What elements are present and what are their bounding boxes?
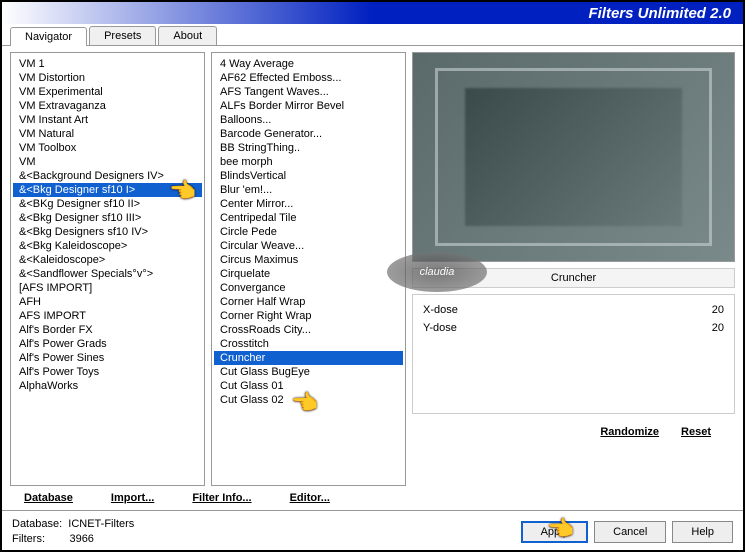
param-row[interactable]: Y-dose 20 xyxy=(423,319,724,337)
tab-about[interactable]: About xyxy=(158,26,217,45)
right-link-row: Randomize Reset xyxy=(412,420,735,444)
randomize-button[interactable]: Randomize xyxy=(596,424,663,440)
editor-button[interactable]: Editor... xyxy=(286,490,334,506)
list-item[interactable]: Alf's Power Toys xyxy=(13,365,202,379)
list-item[interactable]: AlphaWorks xyxy=(13,379,202,393)
list-item[interactable]: ALFs Border Mirror Bevel xyxy=(214,99,403,113)
list-item[interactable]: VM 1 xyxy=(13,57,202,71)
import-button[interactable]: Import... xyxy=(107,490,158,506)
filter-info-button[interactable]: Filter Info... xyxy=(188,490,255,506)
list-item[interactable]: Circus Maximus xyxy=(214,253,403,267)
filters-value: 3966 xyxy=(69,533,93,545)
footer-buttons: Apply Cancel Help xyxy=(521,521,733,543)
list-item[interactable]: bee morph xyxy=(214,155,403,169)
list-item[interactable]: VM xyxy=(13,155,202,169)
database-button[interactable]: Database xyxy=(20,490,77,506)
list-item[interactable]: &<Background Designers IV> xyxy=(13,169,202,183)
filter-list[interactable]: 4 Way AverageAF62 Effected Emboss...AFS … xyxy=(211,52,406,486)
list-item[interactable]: 4 Way Average xyxy=(214,57,403,71)
list-item[interactable]: Alf's Border FX xyxy=(13,323,202,337)
app-title: Filters Unlimited 2.0 xyxy=(588,5,731,22)
preview-image xyxy=(465,88,681,226)
list-item[interactable]: Cut Glass 02 xyxy=(214,393,403,407)
list-item[interactable]: AF62 Effected Emboss... xyxy=(214,71,403,85)
list-item[interactable]: Alf's Power Sines xyxy=(13,351,202,365)
param-label: X-dose xyxy=(423,304,458,316)
list-item[interactable]: Corner Right Wrap xyxy=(214,309,403,323)
list-item[interactable]: &<Bkg Designers sf10 IV> xyxy=(13,225,202,239)
list-item[interactable]: VM Toolbox xyxy=(13,141,202,155)
category-list[interactable]: VM 1VM DistortionVM ExperimentalVM Extra… xyxy=(10,52,205,486)
list-item[interactable]: VM Distortion xyxy=(13,71,202,85)
param-value: 20 xyxy=(712,304,724,316)
list-item[interactable]: &<BKg Designer sf10 II> xyxy=(13,197,202,211)
list-item[interactable]: [AFS IMPORT] xyxy=(13,281,202,295)
list-item[interactable]: Centripedal Tile xyxy=(214,211,403,225)
list-item[interactable]: AFS Tangent Waves... xyxy=(214,85,403,99)
cancel-button[interactable]: Cancel xyxy=(594,521,666,543)
list-item[interactable]: AFS IMPORT xyxy=(13,309,202,323)
filters-label: Filters: xyxy=(12,533,45,545)
preview-frame xyxy=(435,68,711,247)
list-item[interactable]: VM Natural xyxy=(13,127,202,141)
list-item[interactable]: Convergance xyxy=(214,281,403,295)
list-item[interactable]: &<Sandflower Specials°v°> xyxy=(13,267,202,281)
tab-row: Navigator Presets About xyxy=(2,24,743,46)
list-item[interactable]: Cut Glass 01 xyxy=(214,379,403,393)
param-value: 20 xyxy=(712,322,724,334)
main-panel: VM 1VM DistortionVM ExperimentalVM Extra… xyxy=(2,46,743,486)
db-value: ICNET-Filters xyxy=(68,518,134,530)
bottom-link-row: Database Import... Filter Info... Editor… xyxy=(2,486,743,510)
list-item[interactable]: VM Instant Art xyxy=(13,113,202,127)
footer-info: Database: ICNET-Filters Filters: 3966 xyxy=(12,517,134,548)
list-item[interactable]: Cruncher xyxy=(214,351,403,365)
filter-name-label: Cruncher xyxy=(412,268,735,288)
title-bar: Filters Unlimited 2.0 xyxy=(2,2,743,24)
list-item[interactable]: Alf's Power Grads xyxy=(13,337,202,351)
list-item[interactable]: Blur 'em!... xyxy=(214,183,403,197)
list-item[interactable]: &<Bkg Kaleidoscope> xyxy=(13,239,202,253)
list-item[interactable]: Circle Pede xyxy=(214,225,403,239)
db-label: Database: xyxy=(12,518,62,530)
parameters-panel: X-dose 20 Y-dose 20 xyxy=(412,294,735,414)
list-item[interactable]: AFH xyxy=(13,295,202,309)
list-item[interactable]: Cut Glass BugEye xyxy=(214,365,403,379)
list-item[interactable]: Barcode Generator... xyxy=(214,127,403,141)
list-item[interactable]: Center Mirror... xyxy=(214,197,403,211)
preview-pane xyxy=(412,52,735,262)
param-label: Y-dose xyxy=(423,322,457,334)
right-panel: Cruncher X-dose 20 Y-dose 20 Randomize Rese… xyxy=(412,52,735,486)
list-item[interactable]: Circular Weave... xyxy=(214,239,403,253)
tab-navigator[interactable]: Navigator xyxy=(10,27,87,46)
list-item[interactable]: &<Kaleidoscope> xyxy=(13,253,202,267)
reset-button[interactable]: Reset xyxy=(677,424,715,440)
param-row[interactable]: X-dose 20 xyxy=(423,301,724,319)
list-item[interactable]: &<Bkg Designer sf10 I> xyxy=(13,183,202,197)
list-item[interactable]: Crosstitch xyxy=(214,337,403,351)
footer: Database: ICNET-Filters Filters: 3966 Ap… xyxy=(2,510,743,554)
list-item[interactable]: BlindsVertical xyxy=(214,169,403,183)
list-item[interactable]: VM Experimental xyxy=(13,85,202,99)
apply-button[interactable]: Apply xyxy=(521,521,589,543)
list-item[interactable]: CrossRoads City... xyxy=(214,323,403,337)
list-item[interactable]: BB StringThing.. xyxy=(214,141,403,155)
list-item[interactable]: &<Bkg Designer sf10 III> xyxy=(13,211,202,225)
list-item[interactable]: Corner Half Wrap xyxy=(214,295,403,309)
list-item[interactable]: VM Extravaganza xyxy=(13,99,202,113)
list-item[interactable]: Balloons... xyxy=(214,113,403,127)
list-item[interactable]: Cirquelate xyxy=(214,267,403,281)
tab-presets[interactable]: Presets xyxy=(89,26,156,45)
help-button[interactable]: Help xyxy=(672,521,733,543)
